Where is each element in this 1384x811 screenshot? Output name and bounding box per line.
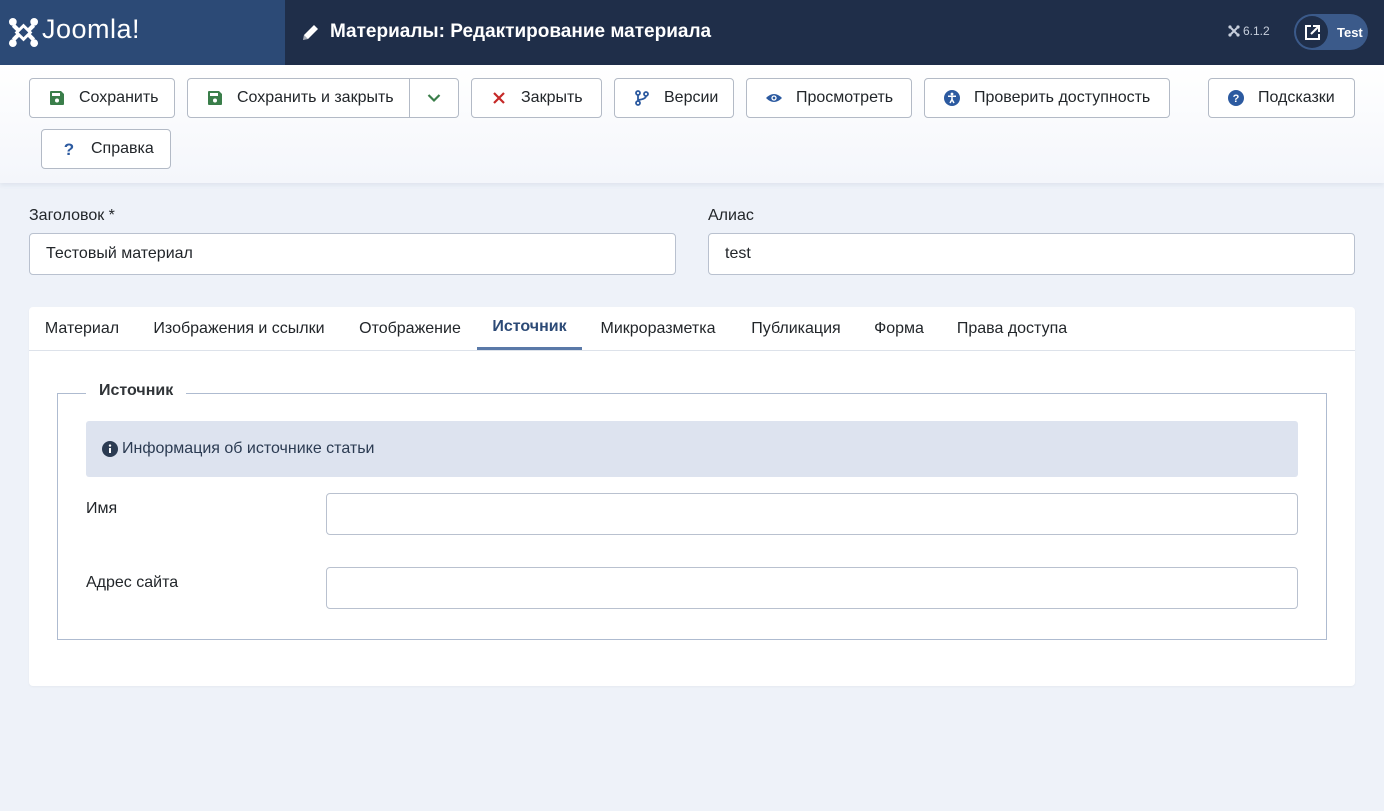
tab-display[interactable]: Отображение — [343, 307, 477, 350]
title-input[interactable] — [29, 233, 676, 275]
tips-button[interactable]: ? Подсказки — [1208, 78, 1355, 118]
floppy-disk-icon — [207, 90, 223, 106]
code-branch-icon — [634, 90, 650, 106]
source-name-label: Имя — [86, 500, 118, 517]
floppy-disk-icon — [49, 90, 65, 106]
universal-access-icon — [944, 90, 960, 106]
alias-label: Алиас — [708, 207, 754, 224]
info-circle-icon — [102, 441, 118, 457]
save-options-dropdown-button[interactable] — [410, 79, 458, 117]
versions-button-label: Версии — [664, 89, 719, 106]
versions-button[interactable]: Версии — [614, 78, 734, 118]
source-legend: Источник — [86, 382, 187, 400]
close-icon — [491, 90, 507, 106]
save-button[interactable]: Сохранить — [29, 78, 175, 118]
save-close-button-group: Сохранить и закрыть — [187, 78, 459, 118]
site-link-label: Test — [1337, 24, 1363, 40]
header: Joomla! Материалы: Редактирование матери… — [0, 0, 1384, 65]
joomla-small-icon — [1228, 25, 1240, 37]
preview-button-label: Просмотреть — [796, 89, 894, 106]
close-button-label: Закрыть — [521, 89, 583, 106]
question-circle-icon: ? — [1228, 90, 1244, 106]
close-button[interactable]: Закрыть — [471, 78, 602, 118]
tab-publishing[interactable]: Публикация — [734, 307, 858, 350]
chevron-down-icon — [427, 94, 441, 103]
pencil-icon — [303, 25, 318, 40]
eye-icon — [766, 90, 782, 106]
save-close-button-label: Сохранить и закрыть — [237, 89, 394, 106]
save-close-button[interactable]: Сохранить и закрыть — [188, 79, 409, 117]
toolbar: Сохранить Сохранить и закрыть Закрыть Ве… — [0, 65, 1384, 183]
help-button-label: Справка — [91, 140, 154, 157]
tips-button-label: Подсказки — [1258, 89, 1335, 106]
source-info-text: Информация об источнике статьи — [122, 440, 375, 457]
page-title-wrap: Материалы: Редактирование материала — [301, 20, 711, 44]
accessibility-check-button-label: Проверить доступность — [974, 89, 1151, 106]
alias-input[interactable] — [708, 233, 1355, 275]
source-url-input[interactable] — [326, 567, 1298, 609]
preview-button[interactable]: Просмотреть — [746, 78, 912, 118]
source-url-label: Адрес сайта — [86, 574, 179, 591]
page-title: Материалы: Редактирование материала — [330, 21, 712, 42]
title-label: Заголовок * — [29, 207, 115, 224]
question-icon: ? — [61, 141, 77, 157]
tab-form[interactable]: Форма — [858, 307, 940, 350]
accessibility-check-button[interactable]: Проверить доступность — [924, 78, 1170, 118]
source-name-input[interactable] — [326, 493, 1298, 535]
source-info-alert: Информация об источнике статьи — [86, 421, 1298, 477]
version-info: 6.1.2 — [1228, 24, 1270, 38]
tab-bar: Материал Изображения и ссылки Отображени… — [29, 307, 1355, 351]
tab-images-links[interactable]: Изображения и ссылки — [135, 307, 343, 350]
svg-text:?: ? — [1233, 93, 1240, 105]
external-link-icon — [1296, 16, 1328, 48]
joomla-logo-icon — [8, 17, 39, 48]
logo[interactable]: Joomla! — [0, 0, 285, 65]
svg-text:?: ? — [64, 141, 74, 157]
tab-material[interactable]: Материал — [29, 307, 135, 350]
tab-permissions[interactable]: Права доступа — [940, 307, 1084, 350]
logo-text: Joomla! — [42, 14, 141, 44]
tab-source[interactable]: Источник — [477, 307, 582, 350]
help-button[interactable]: ? Справка — [41, 129, 171, 169]
site-link-button[interactable]: Test — [1294, 14, 1368, 50]
tab-microdata[interactable]: Микроразметка — [582, 307, 734, 350]
tabs-card: Материал Изображения и ссылки Отображени… — [29, 307, 1355, 686]
save-button-label: Сохранить — [79, 89, 159, 106]
version-number: 6.1.2 — [1243, 24, 1270, 38]
